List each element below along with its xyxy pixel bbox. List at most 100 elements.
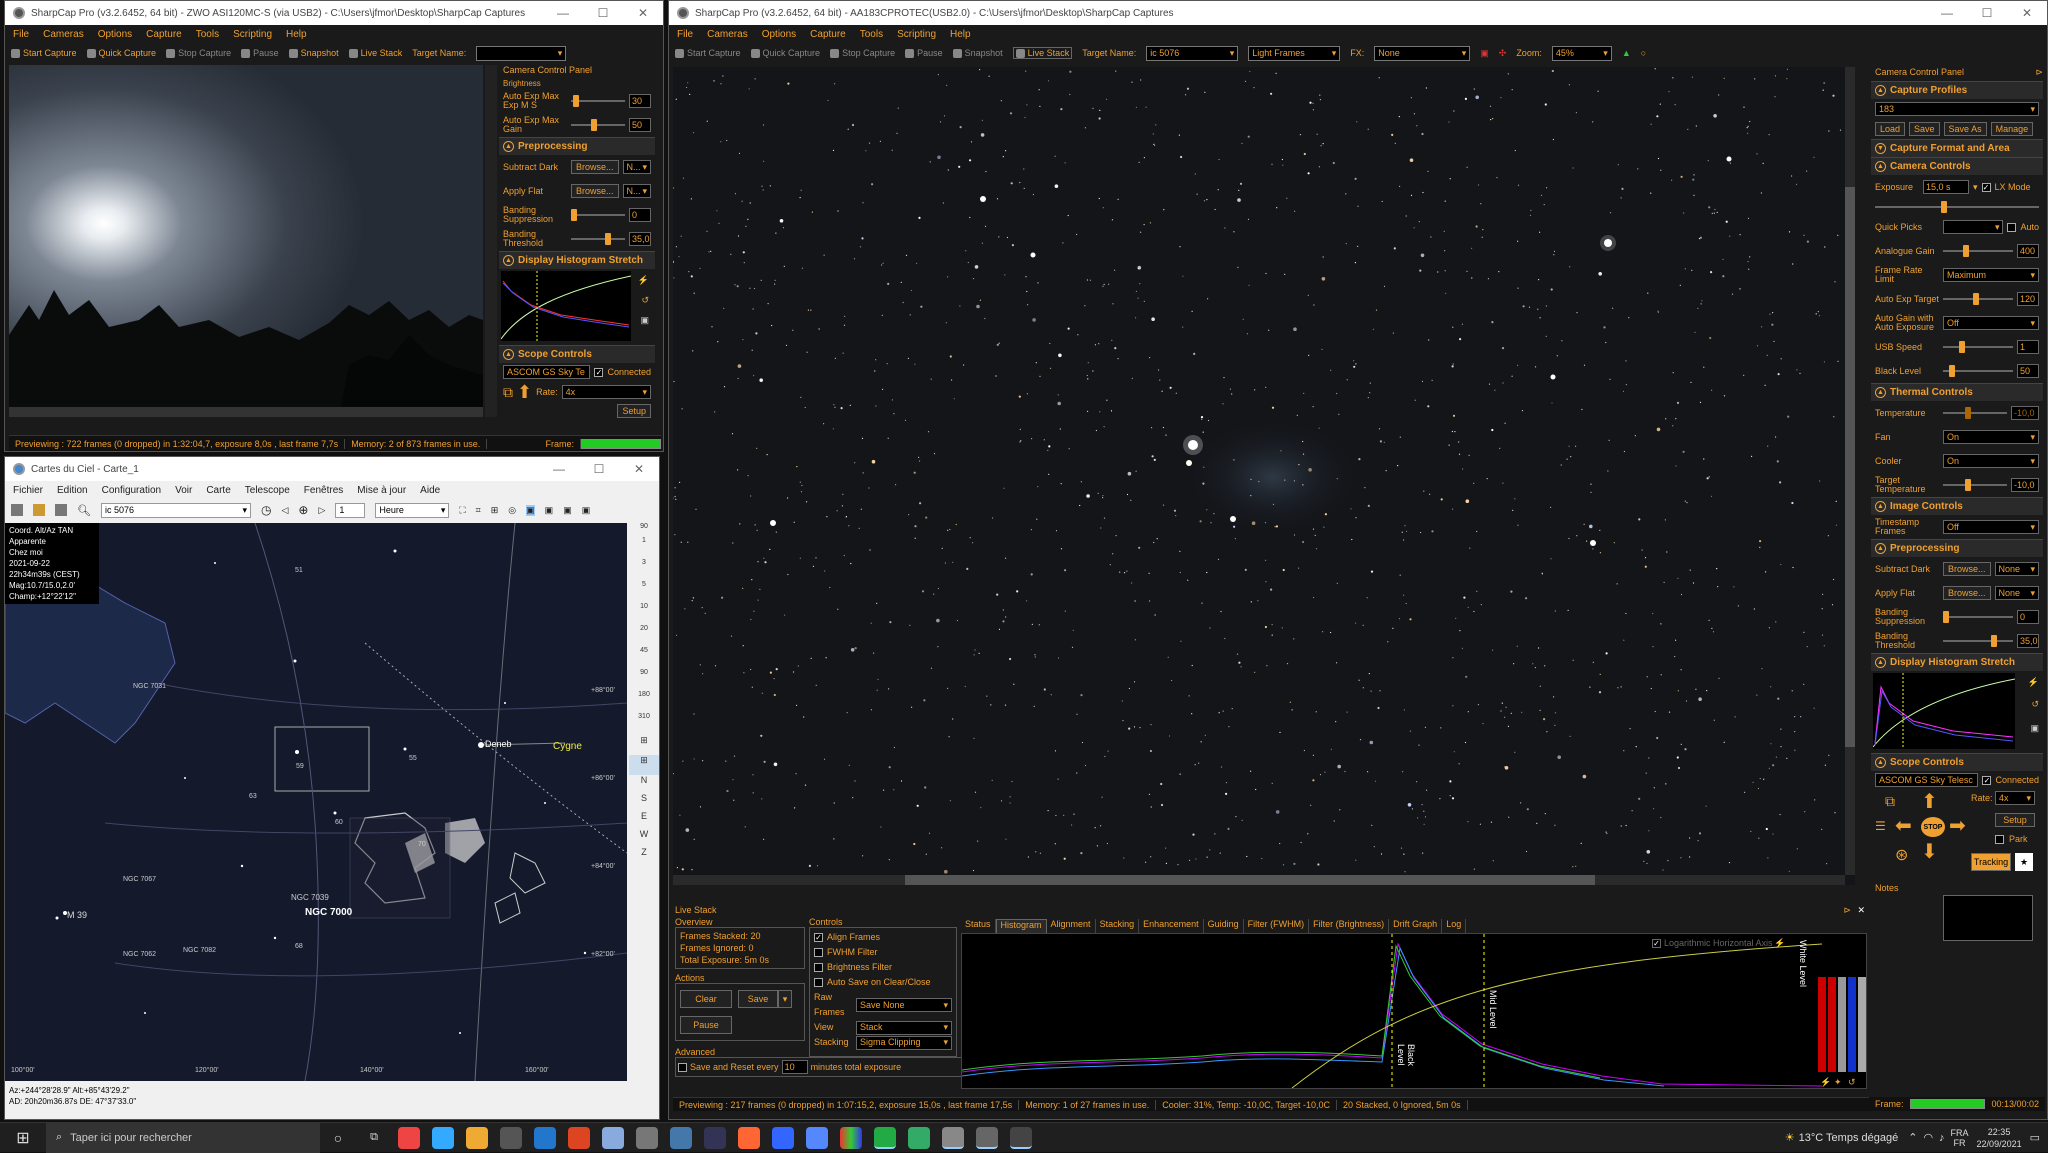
menu-voir[interactable]: Voir: [175, 485, 192, 496]
menu-fichier[interactable]: Fichier: [13, 485, 43, 496]
zoom-icon[interactable]: ⊞: [491, 505, 499, 516]
mail-icon[interactable]: [534, 1126, 556, 1149]
autosave-checkbox[interactable]: [814, 978, 823, 987]
menu-file[interactable]: File: [13, 29, 29, 40]
horizontal-scrollbar[interactable]: [9, 407, 483, 417]
stop-button[interactable]: STOP: [1921, 817, 1945, 837]
rate-select[interactable]: 4x ▾: [1995, 791, 2035, 805]
preprocessing-header[interactable]: ▲ Preprocessing: [499, 137, 655, 155]
frame-rate-select[interactable]: Maximum ▾: [1943, 268, 2039, 282]
stack-histogram-area[interactable]: Black Level Mid Level White Level Logari…: [961, 933, 1867, 1089]
label-cygne[interactable]: Cygne: [553, 741, 582, 752]
setup-button[interactable]: Setup: [617, 404, 651, 418]
tab-status[interactable]: Status: [961, 919, 996, 933]
log-axis-option[interactable]: Logarithmic Horizontal Axis: [1652, 938, 1773, 948]
histogram-stretch[interactable]: ⚡ ↺ ▣: [499, 269, 655, 345]
search-icon[interactable]: ○: [1641, 48, 1646, 58]
menu-scripting[interactable]: Scripting: [233, 29, 272, 40]
scale-tick[interactable]: 5: [629, 581, 659, 603]
exposure-slider[interactable]: [1875, 201, 2039, 213]
setup-button[interactable]: Setup: [1995, 813, 2035, 827]
edge-icon[interactable]: [432, 1126, 454, 1149]
office-icon[interactable]: [568, 1126, 590, 1149]
titlebar[interactable]: SharpCap Pro (v3.2.6452, 64 bit) - AA183…: [669, 1, 2047, 25]
save-icon[interactable]: ▣: [2030, 723, 2039, 734]
quick-capture-button[interactable]: Quick Capture: [750, 48, 820, 58]
target-temperature-slider[interactable]: [1943, 479, 2007, 491]
list-icon[interactable]: [55, 504, 67, 516]
black-level-value[interactable]: 50: [2017, 364, 2039, 378]
store-icon[interactable]: [500, 1126, 522, 1149]
reset-icon[interactable]: ↺: [641, 295, 649, 306]
menu-options[interactable]: Options: [98, 29, 132, 40]
notes-textarea[interactable]: [1943, 895, 2033, 941]
scale-tick[interactable]: 10: [629, 603, 659, 625]
start-capture-button[interactable]: Start Capture: [11, 48, 77, 58]
analogue-gain-value[interactable]: 400: [2017, 244, 2039, 258]
blue-level-bar[interactable]: [1848, 977, 1856, 1072]
view-select[interactable]: Stack ▾: [856, 1020, 952, 1035]
menu-scripting[interactable]: Scripting: [897, 29, 936, 40]
xbox-icon[interactable]: [874, 1126, 896, 1149]
close-icon[interactable]: ✕: [1857, 905, 1865, 916]
gray-level-bar[interactable]: [1838, 977, 1846, 1072]
tab-histogram[interactable]: Histogram: [995, 919, 1047, 933]
black-level-slider[interactable]: [1943, 365, 2013, 377]
tab-guiding[interactable]: Guiding: [1204, 919, 1244, 933]
auto-exp-max-slider[interactable]: [571, 95, 625, 107]
telescope-icon[interactable]: ▣: [526, 504, 535, 516]
pin-icon[interactable]: ⊳: [1843, 905, 1851, 916]
histogram-stretch[interactable]: ⚡ ↺ ▣: [1871, 671, 2043, 753]
volume-icon[interactable]: ♪: [1939, 1132, 1945, 1144]
histogram-header[interactable]: ▲ Display Histogram Stretch: [1871, 653, 2043, 671]
scale-tick[interactable]: 310: [629, 713, 659, 735]
azimuth-grid-icon[interactable]: ⊞: [629, 755, 659, 775]
crosshair-icon[interactable]: ✣: [1499, 48, 1507, 59]
banding-threshold-slider[interactable]: [1943, 635, 2013, 647]
arrow-up-icon[interactable]: ⬆: [1921, 789, 1938, 814]
tool-icon[interactable]: [636, 1126, 658, 1149]
menu-capture[interactable]: Capture: [810, 29, 846, 40]
eq-grid-icon[interactable]: ⊞: [629, 735, 659, 755]
vertical-scrollbar[interactable]: [1845, 67, 1855, 875]
close-icon[interactable]: ✕: [623, 6, 663, 20]
menu-cameras[interactable]: Cameras: [707, 29, 748, 40]
menu-tools[interactable]: Tools: [860, 29, 883, 40]
load-profile-button[interactable]: Load: [1875, 122, 1906, 136]
dir-n-button[interactable]: N: [629, 775, 659, 793]
frame-type-select[interactable]: Light Frames ▾: [1248, 45, 1341, 61]
menu-carte[interactable]: Carte: [206, 485, 230, 496]
menu-capture[interactable]: Capture: [146, 29, 182, 40]
image-controls-header[interactable]: ▲ Image Controls: [1871, 497, 2043, 515]
menu-telescope[interactable]: Telescope: [245, 485, 290, 496]
park-checkbox[interactable]: [1995, 835, 2004, 844]
grid-icon[interactable]: ⌗: [476, 505, 481, 516]
thermal-controls-header[interactable]: ▲ Thermal Controls: [1871, 383, 2043, 401]
arrow-right-icon[interactable]: ➡: [1949, 813, 1966, 838]
save-as-profile-button[interactable]: Save As: [1943, 122, 1987, 136]
clear-button[interactable]: Clear: [680, 990, 732, 1008]
windows-start-icon[interactable]: ⊞: [0, 1128, 46, 1148]
browse-flat-button[interactable]: Browse...: [571, 184, 619, 198]
connected-checkbox[interactable]: [1982, 775, 1992, 785]
quick-capture-button[interactable]: Quick Capture: [86, 48, 156, 58]
sharpcap-taskbar-icon-2[interactable]: [1010, 1126, 1032, 1149]
catalog-icon[interactable]: [33, 504, 45, 516]
tab-filter-fwhm[interactable]: Filter (FWHM): [1244, 919, 1310, 933]
dir-w-button[interactable]: W: [629, 829, 659, 847]
weather-icon[interactable]: ☀: [1785, 1131, 1795, 1144]
auto-exp-target-value[interactable]: 120: [2017, 292, 2039, 306]
auto-exp-gain-value[interactable]: 50: [629, 118, 651, 132]
scale-tick[interactable]: 90: [629, 669, 659, 691]
record-icon[interactable]: ▣: [1480, 48, 1489, 59]
file-explorer-icon[interactable]: [466, 1126, 488, 1149]
menu-file[interactable]: File: [677, 29, 693, 40]
taskbar-search[interactable]: ⌕ Taper ici pour rechercher: [46, 1122, 320, 1153]
red-level-bar[interactable]: [1818, 977, 1826, 1072]
quick-picks-select[interactable]: ▾: [1943, 220, 2004, 234]
pause-button[interactable]: Pause: [241, 48, 279, 58]
snapshot-button[interactable]: Snapshot: [288, 48, 339, 58]
focus-assist-icon[interactable]: ▲: [1622, 48, 1631, 58]
lx-mode-checkbox[interactable]: [1981, 182, 1991, 192]
weather-text[interactable]: 13°C Temps dégagé: [1799, 1132, 1899, 1144]
